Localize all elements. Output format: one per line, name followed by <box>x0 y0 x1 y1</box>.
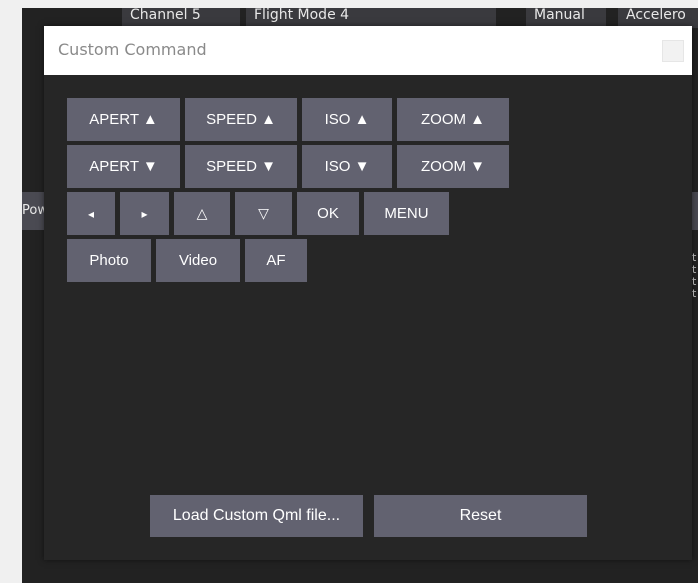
iso-up-button[interactable]: ISO ▲ <box>302 98 392 141</box>
menu-button[interactable]: MENU <box>364 192 449 235</box>
video-button[interactable]: Video <box>156 239 240 282</box>
bg-header-channel-5: Channel 5 <box>122 8 240 28</box>
load-custom-qml-button[interactable]: Load Custom Qml file... <box>150 495 363 537</box>
dialog-title: Custom Command <box>58 40 207 59</box>
bg-header-flight-mode: Flight Mode 4 <box>246 8 496 28</box>
bg-header-flight-mode-line1: Flight Mode 4 <box>254 8 350 23</box>
bg-right-button[interactable] <box>692 192 698 230</box>
aperture-down-button[interactable]: APERT ▼ <box>67 145 180 188</box>
ok-button[interactable]: OK <box>297 192 359 235</box>
zoom-down-button[interactable]: ZOOM ▼ <box>397 145 509 188</box>
zoom-up-button[interactable]: ZOOM ▲ <box>397 98 509 141</box>
bg-header-manual: Manual <box>526 8 606 28</box>
bg-header-accelero: Accelero <box>618 8 698 28</box>
custom-command-dialog: Custom Command APERT ▲ SPEED ▲ ISO ▲ ZOO… <box>44 26 692 560</box>
reset-button[interactable]: Reset <box>374 495 587 537</box>
dialog-close-button[interactable] <box>662 40 684 62</box>
dialog-titlebar: Custom Command <box>44 26 692 75</box>
left-arrow-button[interactable]: ◂ <box>67 192 115 235</box>
speed-up-button[interactable]: SPEED ▲ <box>185 98 297 141</box>
bg-power-button[interactable]: Pow <box>22 192 44 230</box>
down-arrow-button[interactable]: ▽ <box>235 192 292 235</box>
iso-down-button[interactable]: ISO ▼ <box>302 145 392 188</box>
up-arrow-button[interactable]: △ <box>174 192 230 235</box>
speed-down-button[interactable]: SPEED ▼ <box>185 145 297 188</box>
bg-right-text: t t t t <box>692 252 697 300</box>
aperture-up-button[interactable]: APERT ▲ <box>67 98 180 141</box>
photo-button[interactable]: Photo <box>67 239 151 282</box>
right-arrow-button[interactable]: ▸ <box>120 192 169 235</box>
af-button[interactable]: AF <box>245 239 307 282</box>
